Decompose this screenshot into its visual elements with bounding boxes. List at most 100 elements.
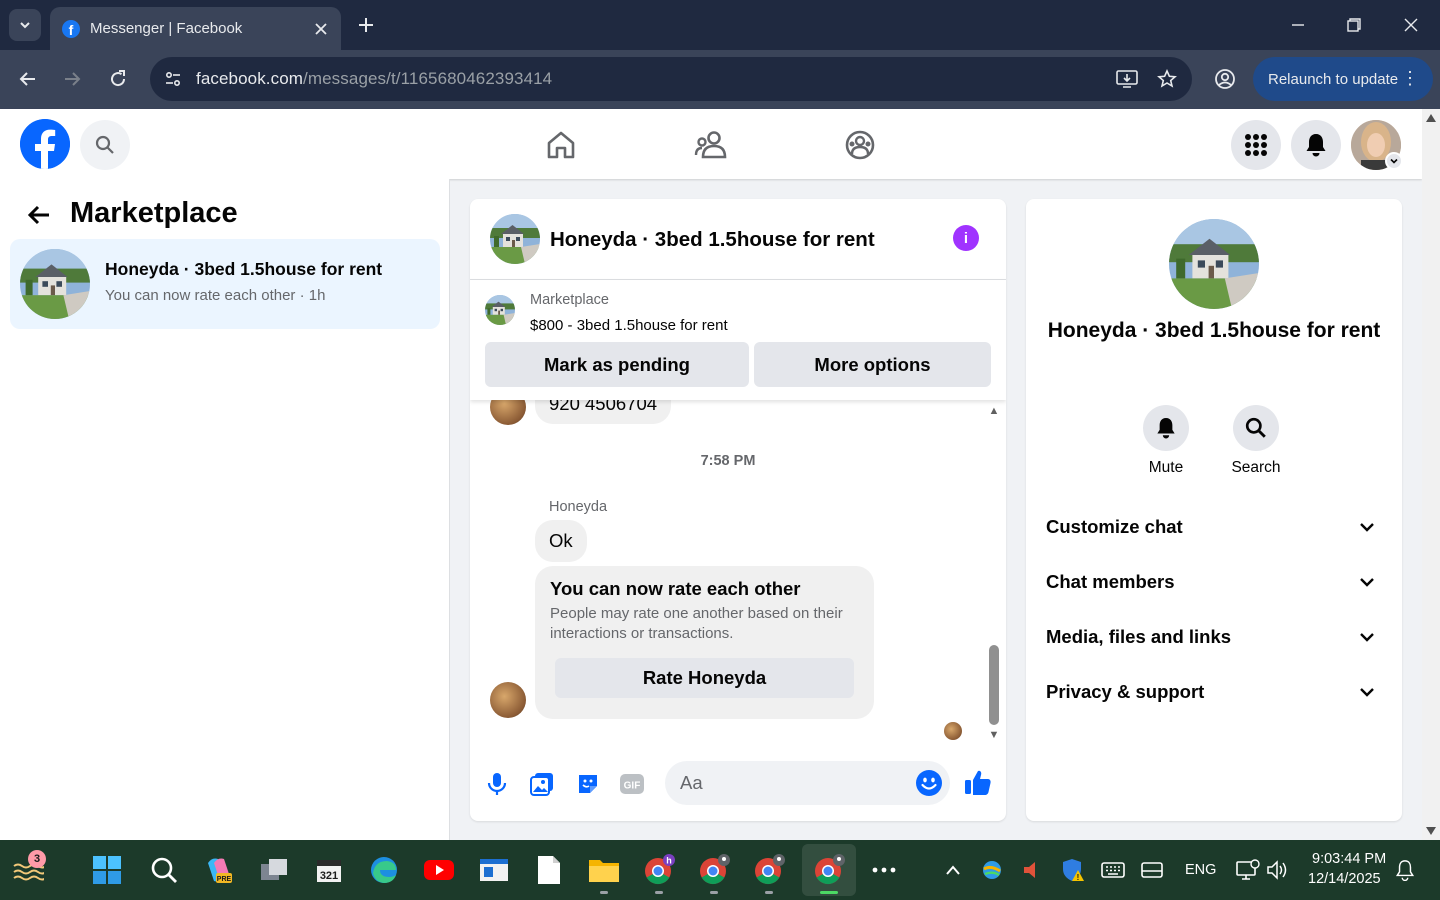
edge-browser-app[interactable] [366,852,402,888]
install-app-icon[interactable] [1112,64,1142,94]
send-like-button[interactable] [963,767,993,797]
section-privacy-support[interactable]: Privacy & support [1036,669,1392,714]
search-action[interactable]: Search [1216,405,1296,477]
friends-icon [694,131,727,159]
calendar-app[interactable]: 321 [311,852,347,888]
minimize-button[interactable] [1283,10,1313,40]
pen-workspace-button[interactable] [1134,852,1170,888]
edge-icon [371,857,397,883]
section-media-files-links[interactable]: Media, files and links [1036,614,1392,659]
chrome-profile-h[interactable]: h [641,852,677,888]
clock-date[interactable]: 12/14/2025 [1308,871,1381,887]
mark-as-pending-button[interactable]: Mark as pending [485,342,749,387]
chat-header-avatar[interactable] [490,214,540,264]
chat-panel: Honeyda · 3bed 1.5house for rent i Marke… [470,199,1006,821]
back-button[interactable] [13,64,43,94]
account-menu-chevron[interactable] [1385,152,1403,170]
attach-photo-button[interactable] [527,769,557,799]
browser-tab[interactable]: f Messenger | Facebook [50,7,341,50]
tray-audio-app[interactable] [1013,852,1049,888]
chevron-down-icon [20,22,30,29]
nav-home[interactable] [541,125,581,165]
more-options-button[interactable]: More options [754,342,991,387]
emoji-icon[interactable] [915,769,943,797]
marketplace-listing-bar: Marketplace $800 - 3bed 1.5house for ren… [470,280,1006,400]
scroll-down-arrow-icon[interactable]: ▼ [988,729,1000,741]
sender-name: Honeyda [549,499,608,515]
reload-button[interactable] [103,64,133,94]
message-input-placeholder: Aa [680,772,703,793]
chat-header-name[interactable]: Honeyda · 3bed 1.5house for rent [550,228,875,252]
file-explorer-app[interactable] [586,852,622,888]
scroll-up-arrow-icon [1426,114,1436,122]
store-app[interactable] [476,852,512,888]
gif-button[interactable]: GIF [617,769,647,799]
message-input[interactable]: Aa [665,761,950,805]
tray-security-app[interactable]: ! [1055,852,1091,888]
sender-avatar[interactable] [490,400,526,425]
document-app[interactable] [531,852,567,888]
site-info-icon[interactable] [158,64,188,94]
thread-list-item[interactable]: Honeyda · 3bed 1.5house for rent You can… [10,239,440,329]
more-horizontal-icon [872,867,896,873]
relaunch-to-update-button[interactable]: Relaunch to update ⋮ [1253,57,1433,101]
clock-time[interactable]: 9:03:44 PM [1312,851,1386,867]
listing-thumbnail[interactable] [485,295,515,325]
task-view-button[interactable] [256,852,292,888]
sender-avatar[interactable] [490,682,526,718]
section-chat-members[interactable]: Chat members [1036,559,1392,604]
close-window-button[interactable] [1396,10,1426,40]
more-vert-icon: ⋮ [1401,68,1419,88]
new-tab-button[interactable] [352,11,380,39]
scroll-down-arrow-icon [1426,827,1436,835]
back-to-chats-button[interactable] [24,200,54,230]
more-apps-button[interactable] [866,852,902,888]
notifications-button[interactable] [1291,120,1341,170]
chat-scrollbar[interactable]: ▲ ▼ [987,405,1001,745]
browser-tabbar: f Messenger | Facebook [0,0,1440,50]
mute-action[interactable]: Mute [1126,405,1206,477]
tray-network-app[interactable] [974,852,1010,888]
notification-center-button[interactable] [1387,852,1423,888]
address-bar[interactable]: facebook.com/messages/t/1165680462393414 [150,57,1192,101]
touch-keyboard-button[interactable] [1095,852,1131,888]
sticker-button[interactable] [573,769,603,799]
nav-friends[interactable] [691,125,731,165]
facebook-search-button[interactable] [80,120,130,170]
search-in-conversation-button[interactable] [1233,405,1279,451]
bookmark-star-icon[interactable] [1152,64,1182,94]
youtube-app[interactable] [421,852,457,888]
tab-search-button[interactable] [9,9,41,41]
input-language[interactable]: ENG [1185,862,1216,878]
listing-title[interactable]: $800 - 3bed 1.5house for rent [530,317,728,334]
facebook-favicon-icon: f [62,19,80,38]
copilot-app[interactable]: PRE [201,852,237,888]
voice-clip-button[interactable] [482,769,512,799]
start-button[interactable] [89,852,125,888]
facebook-logo-icon[interactable] [20,119,70,169]
profile-button[interactable] [1210,64,1240,94]
show-hidden-icons-button[interactable] [935,852,971,888]
scrollbar-thumb[interactable] [989,645,999,725]
nav-groups[interactable] [840,125,880,165]
search-taskbar-button[interactable] [146,852,182,888]
volume-button[interactable] [1259,852,1295,888]
mute-button[interactable] [1143,405,1189,451]
svg-text:321: 321 [320,870,338,882]
listing-avatar-large[interactable] [1169,219,1259,309]
forward-button[interactable] [57,64,87,94]
chrome-profile-2[interactable] [696,852,732,888]
chrome-active-app[interactable] [811,852,847,888]
menu-button[interactable] [1231,120,1281,170]
conversation-info-button[interactable]: i [953,225,979,251]
close-tab-button[interactable] [311,19,331,39]
section-customize-chat[interactable]: Customize chat [1036,504,1392,549]
restore-button[interactable] [1339,10,1369,40]
url-text[interactable]: facebook.com/messages/t/1165680462393414 [196,69,1112,89]
rate-user-button[interactable]: Rate Honeyda [555,658,854,698]
chrome-profile-3[interactable] [751,852,787,888]
running-indicator [765,891,773,894]
scroll-up-arrow-icon[interactable]: ▲ [988,405,1000,417]
search-icon [1245,417,1266,438]
page-scrollbar[interactable] [1422,109,1440,840]
